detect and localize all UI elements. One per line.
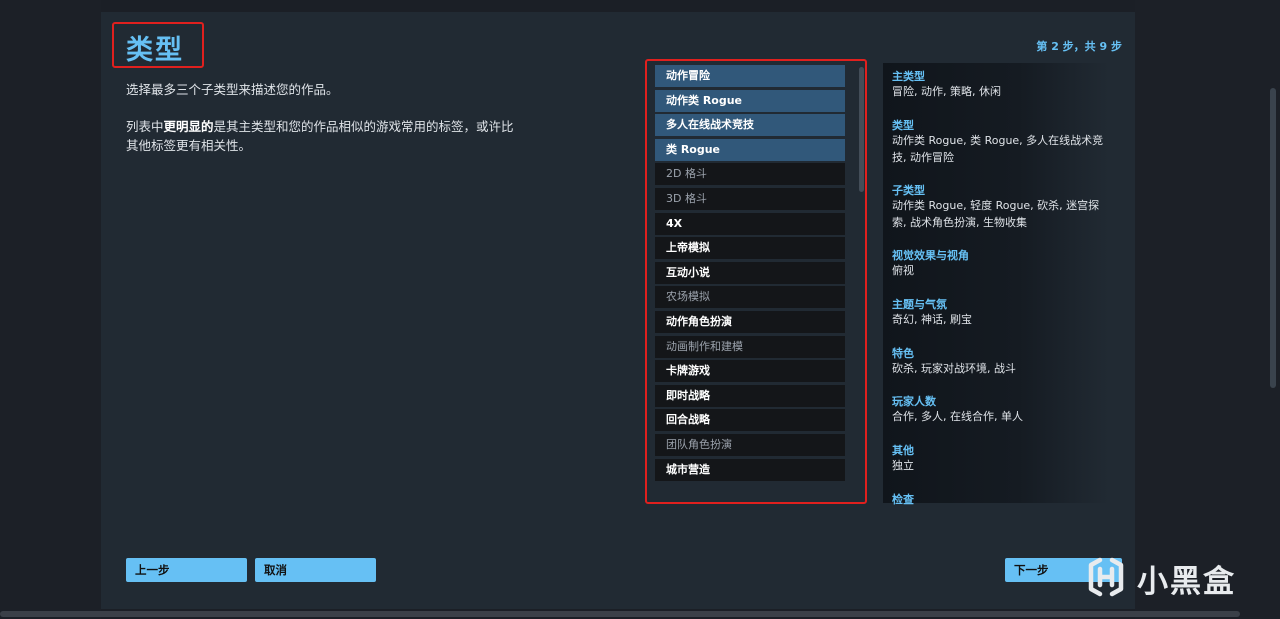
summary-section: 其他 独立: [892, 443, 1104, 475]
tag-item[interactable]: 卡牌游戏: [655, 360, 845, 383]
tag-item[interactable]: 动作类 Rogue: [655, 89, 845, 112]
summary-value: 动作类 Rogue, 类 Rogue, 多人在线战术竞技, 动作冒险: [892, 134, 1104, 164]
summary-heading[interactable]: 主类型: [892, 69, 1104, 84]
summary-heading[interactable]: 其他: [892, 443, 1104, 458]
watermark-text: 小黑盒: [1137, 564, 1236, 600]
horizontal-scrollbar[interactable]: [0, 611, 1240, 617]
tag-item[interactable]: 城市营造: [655, 458, 845, 481]
tag-item[interactable]: 动画制作和建模: [655, 335, 845, 358]
summary-section: 视觉效果与视角 俯视: [892, 248, 1104, 280]
summary-value: 冒险, 动作, 策略, 休闲: [892, 85, 1001, 98]
summary-value: 俯视: [892, 264, 914, 277]
summary-value: 砍杀, 玩家对战环境, 战斗: [892, 362, 1016, 375]
summary-section: 主题与气氛 奇幻, 神话, 刷宝: [892, 297, 1104, 329]
tag-item[interactable]: 动作角色扮演: [655, 310, 845, 333]
description-line-3: 其他标签更有相关性。: [126, 138, 252, 153]
summary-section: 子类型 动作类 Rogue, 轻度 Rogue, 砍杀, 迷宫探索, 战术角色扮演…: [892, 183, 1104, 231]
summary-heading[interactable]: 玩家人数: [892, 394, 1104, 409]
tag-item[interactable]: 4X: [655, 212, 845, 235]
summary-heading[interactable]: 检查: [892, 492, 1104, 507]
tag-item[interactable]: 上帝模拟: [655, 237, 845, 260]
tag-list-scrollbar[interactable]: [859, 67, 864, 192]
step-indicator: 第 2 步，共 9 步: [1036, 40, 1122, 53]
description-line-1: 选择最多三个子类型来描述您的作品。: [126, 82, 339, 97]
summary-heading[interactable]: 视觉效果与视角: [892, 248, 1104, 263]
summary-section: 玩家人数 合作, 多人, 在线合作, 单人: [892, 394, 1104, 426]
tag-item[interactable]: 互动小说: [655, 261, 845, 284]
summary-section: 类型 动作类 Rogue, 类 Rogue, 多人在线战术竞技, 动作冒险: [892, 118, 1104, 166]
tag-item[interactable]: 动作冒险: [655, 65, 845, 87]
description-text: 列表中: [126, 119, 164, 134]
description-line-2: 列表中更明显的是其主类型和您的作品相似的游戏常用的标签，或许比: [126, 118, 514, 136]
tag-item[interactable]: 即时战略: [655, 384, 845, 407]
tag-item[interactable]: 回合战略: [655, 409, 845, 432]
tag-item[interactable]: 3D 格斗: [655, 187, 845, 210]
description-text: 是其主类型和您的作品相似的游戏常用的标签，或许比: [213, 119, 514, 134]
tag-item[interactable]: 多人在线战术竞技: [655, 114, 845, 137]
summary-heading[interactable]: 主题与气氛: [892, 297, 1104, 312]
cancel-button[interactable]: 取消: [255, 558, 376, 582]
summary-value: 独立: [892, 459, 914, 472]
tag-item[interactable]: 团队角色扮演: [655, 433, 845, 456]
description-emphasis: 更明显的: [163, 119, 214, 134]
page-title: 类型: [126, 35, 184, 66]
page-scrollbar[interactable]: [1270, 88, 1276, 388]
summary-heading[interactable]: 子类型: [892, 183, 1104, 198]
summary-value: 合作, 多人, 在线合作, 单人: [892, 410, 1023, 423]
summary-heading[interactable]: 特色: [892, 346, 1104, 361]
tag-list: 动作冒险 动作类 Rogue 多人在线战术竞技类 Rogue 2D 格斗 3D 格斗 4X…: [655, 65, 845, 483]
summary-section: 检查: [892, 492, 1104, 507]
right-backdrop: [1135, 0, 1280, 619]
tag-item[interactable]: 2D 格斗: [655, 163, 845, 186]
tag-item[interactable]: 农场模拟: [655, 286, 845, 309]
summary-value: 奇幻, 神话, 刷宝: [892, 313, 972, 326]
prev-button[interactable]: 上一步: [126, 558, 247, 582]
summary-section: 特色 砍杀, 玩家对战环境, 战斗: [892, 346, 1104, 378]
tag-item[interactable]: 类 Rogue: [655, 138, 845, 161]
summary-section: 主类型 冒险, 动作, 策略, 休闲: [892, 69, 1104, 101]
summary-value: 动作类 Rogue, 轻度 Rogue, 砍杀, 迷宫探索, 战术角色扮演, 生…: [892, 199, 1100, 229]
summary-heading[interactable]: 类型: [892, 118, 1104, 133]
left-backdrop: [0, 0, 101, 619]
